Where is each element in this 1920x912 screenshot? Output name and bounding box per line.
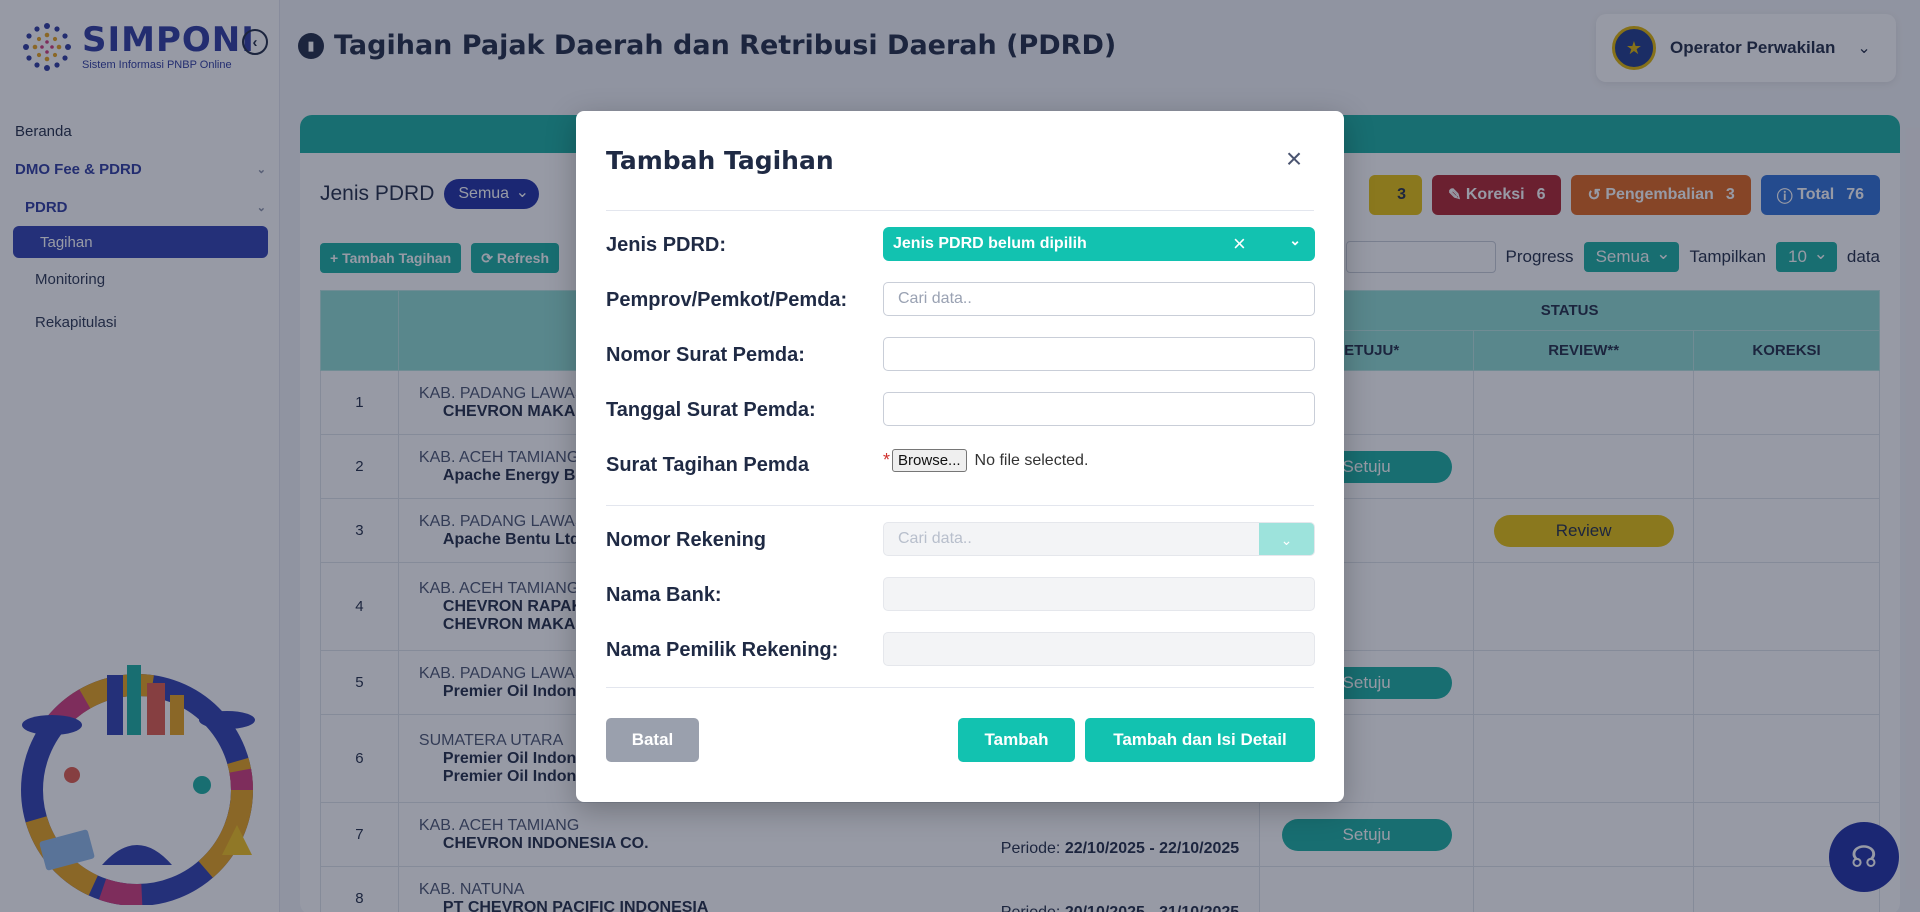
divider [606,505,1314,506]
nama-bank-input [883,577,1315,611]
tambah-tagihan-modal: Tambah Tagihan × Jenis PDRD: Jenis PDRD … [576,111,1344,802]
surat-tagihan-label: Surat Tagihan Pemda [606,454,810,476]
pemda-label: Pemprov/Pemkot/Pemda: [606,289,848,311]
clear-icon[interactable]: × [1233,231,1246,257]
chevron-down-icon: ⌄ [1259,523,1314,555]
file-status: No file selected. [974,451,1089,469]
chevron-down-icon: ⌄ [1289,232,1301,248]
nama-bank-label: Nama Bank: [606,584,722,606]
nomor-surat-label: Nomor Surat Pemda: [606,344,805,366]
select-value: Jenis PDRD belum dipilih [893,235,1087,252]
divider [606,687,1314,688]
add-button[interactable]: Tambah [958,718,1075,762]
nomor-rekening-label: Nomor Rekening [606,529,767,551]
close-icon[interactable]: × [1281,145,1307,173]
tanggal-surat-label: Tanggal Surat Pemda: [606,399,816,421]
nomor-rekening-select: Cari data.. ⌄ [883,522,1315,556]
required-asterisk: * [883,450,891,470]
jenis-pdrd-select[interactable]: Jenis PDRD belum dipilih × ⌄ [883,227,1315,261]
cancel-button[interactable]: Batal [606,718,699,762]
add-and-detail-button[interactable]: Tambah dan Isi Detail [1085,718,1315,762]
browse-button[interactable]: Browse... [892,449,967,472]
nama-pemilik-label: Nama Pemilik Rekening: [606,639,839,661]
jenis-pdrd-label: Jenis PDRD: [606,234,727,256]
nama-pemilik-input [883,632,1315,666]
select-placeholder: Cari data.. [898,530,972,547]
pemda-search-input[interactable]: Cari data.. [883,282,1315,316]
modal-title: Tambah Tagihan [606,146,834,175]
divider [606,210,1314,211]
nomor-surat-input[interactable] [883,337,1315,371]
tanggal-surat-input[interactable] [883,392,1315,426]
surat-tagihan-file-input: * Browse... No file selected. [883,449,1088,472]
